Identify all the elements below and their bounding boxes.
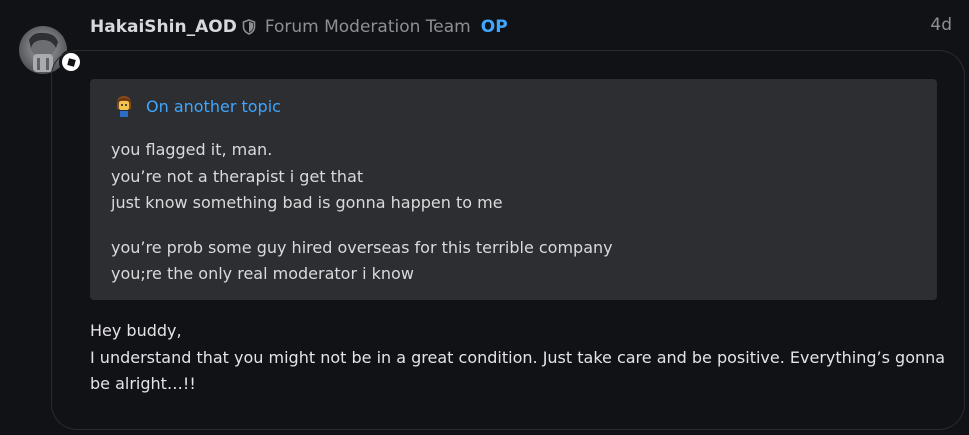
quote-line: you’re prob some guy hired overseas for …	[111, 237, 613, 257]
quote-body: you flagged it, man. you’re not a therap…	[111, 137, 921, 288]
quote-topic-link[interactable]: On another topic	[146, 97, 281, 116]
quote-block: On another topic you flagged it, man. yo…	[90, 79, 937, 300]
quote-line: just know something bad is gonna happen …	[111, 193, 503, 212]
quote-line: you’re not a therapist i get that	[111, 166, 364, 186]
reply-text: I understand that you might not be in a …	[90, 347, 946, 394]
forum-post: HakaiShin_AOD Forum Moderation Team OP 4…	[0, 0, 969, 435]
post-header: HakaiShin_AOD Forum Moderation Team OP	[90, 14, 508, 40]
op-badge: OP	[480, 17, 508, 37]
moderator-shield-icon	[242, 19, 256, 35]
reply-body: Hey buddy, I understand that you might n…	[90, 318, 950, 398]
quote-line: you flagged it, man.	[111, 140, 273, 159]
post-timestamp[interactable]: 4d	[930, 15, 952, 35]
quote-line: you;re the only real moderator i know	[111, 264, 414, 283]
reply-greeting: Hey buddy,	[90, 321, 182, 340]
author-group[interactable]: Forum Moderation Team	[265, 17, 471, 37]
quoted-user-avatar	[117, 96, 131, 117]
author-username[interactable]: HakaiShin_AOD	[90, 17, 237, 37]
quote-header[interactable]: On another topic	[112, 94, 281, 118]
